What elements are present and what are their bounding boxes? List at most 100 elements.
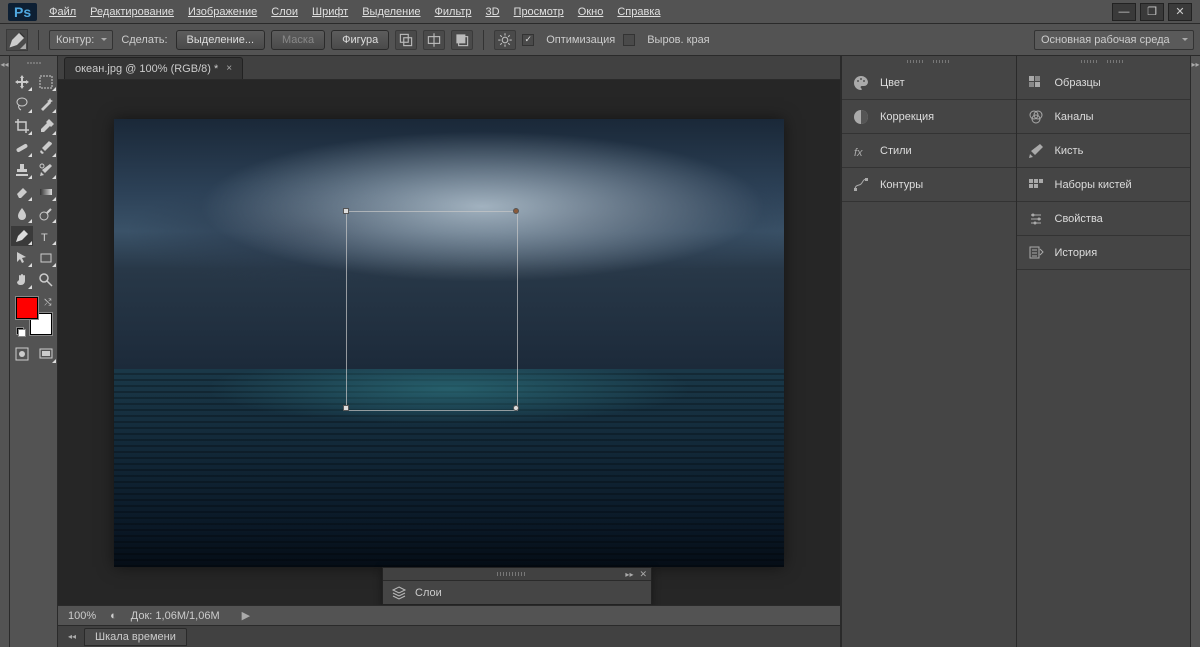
collapse-panel-icon[interactable]: ▸▸ <box>625 570 633 579</box>
panel-properties[interactable]: Свойства <box>1017 202 1191 236</box>
zoom-icon <box>38 272 54 288</box>
path-arrange-icon[interactable] <box>451 30 473 50</box>
marquee-tool[interactable] <box>35 72 57 92</box>
panel-label: История <box>1055 247 1098 259</box>
path-align-icon[interactable] <box>423 30 445 50</box>
quickmask-icon <box>14 346 30 362</box>
zoom-level[interactable]: 100% <box>68 610 96 622</box>
panel-styles[interactable]: fx Стили <box>842 134 1016 168</box>
menu-type[interactable]: Шрифт <box>312 6 348 18</box>
heal-tool[interactable] <box>11 138 33 158</box>
dodge-tool[interactable] <box>35 204 57 224</box>
make-shape-button[interactable]: Фигура <box>331 30 389 50</box>
maximize-button[interactable]: ❐ <box>1140 3 1164 21</box>
optimize-label: Оптимизация <box>546 34 615 46</box>
close-tab-icon[interactable]: × <box>226 63 232 74</box>
make-selection-button[interactable]: Выделение... <box>176 30 265 50</box>
anchor-bottom-right[interactable] <box>513 405 519 411</box>
status-preview-icon[interactable]: ◐ <box>110 610 117 622</box>
eraser-tool[interactable] <box>11 182 33 202</box>
stamp-tool[interactable] <box>11 160 33 180</box>
svg-text:fx: fx <box>854 147 863 159</box>
floating-panel-header[interactable]: ▸▸ ✕ <box>383 568 651 580</box>
align-edges-checkbox[interactable] <box>623 34 635 46</box>
canvas[interactable] <box>114 119 784 567</box>
close-panel-icon[interactable]: ✕ <box>639 569 647 580</box>
zoom-tool[interactable] <box>35 270 57 290</box>
panel-color[interactable]: Цвет <box>842 66 1016 100</box>
panel-grip[interactable] <box>497 572 527 576</box>
panel-label: Кисть <box>1055 145 1084 157</box>
optimize-checkbox[interactable] <box>522 34 534 46</box>
wand-tool[interactable] <box>35 94 57 114</box>
history-icon <box>1027 244 1045 262</box>
menu-select[interactable]: Выделение <box>362 6 420 18</box>
menu-filter[interactable]: Фильтр <box>435 6 472 18</box>
history-brush-tool[interactable] <box>35 160 57 180</box>
shape-tool[interactable] <box>35 248 57 268</box>
pen-tool[interactable] <box>11 226 33 246</box>
foreground-color[interactable] <box>16 297 38 319</box>
workspace-selector[interactable]: Основная рабочая среда <box>1034 30 1194 50</box>
screenmode-tool[interactable] <box>35 344 57 364</box>
menu-file[interactable]: Файл <box>49 6 76 18</box>
panel-brushsets[interactable]: Наборы кистей <box>1017 168 1191 202</box>
expand-toolbox-arrow[interactable]: ◂◂ <box>0 56 10 647</box>
crop-tool[interactable] <box>11 116 33 136</box>
layers-panel-title: Слои <box>415 587 442 599</box>
active-tool-indicator[interactable] <box>6 29 28 51</box>
anchor-bottom-left[interactable] <box>343 405 349 411</box>
swap-colors-icon[interactable]: ⤭ <box>44 297 51 308</box>
menu-layers[interactable]: Слои <box>271 6 298 18</box>
menu-edit[interactable]: Редактирование <box>90 6 174 18</box>
eyedropper-tool[interactable] <box>35 116 57 136</box>
anchor-top-left[interactable] <box>343 208 349 214</box>
path-shape[interactable] <box>346 211 518 411</box>
menu-image[interactable]: Изображение <box>188 6 257 18</box>
timeline-tab[interactable]: Шкала времени <box>84 628 187 646</box>
menu-3d[interactable]: 3D <box>485 6 499 18</box>
panel-adjustments[interactable]: Коррекция <box>842 100 1016 134</box>
gradient-tool[interactable] <box>35 182 57 202</box>
quickmask-tool[interactable] <box>11 344 33 364</box>
text-tool[interactable]: T <box>35 226 57 246</box>
floating-panel-body: Слои <box>383 580 651 604</box>
menu-view[interactable]: Просмотр <box>514 6 564 18</box>
tool-mode-label: Контур: <box>56 34 94 46</box>
path-op-1-icon[interactable] <box>395 30 417 50</box>
document-tabbar: океан.jpg @ 100% (RGB/8) * × <box>58 56 840 80</box>
panel-history[interactable]: История <box>1017 236 1191 270</box>
menu-window[interactable]: Окно <box>578 6 604 18</box>
menu-help[interactable]: Справка <box>617 6 660 18</box>
timeline-collapse-icon[interactable]: ◂◂ <box>68 632 76 641</box>
timeline-bar: ◂◂ Шкала времени <box>58 625 840 647</box>
tool-mode-dropdown[interactable]: Контур: <box>49 30 113 50</box>
minimize-button[interactable]: — <box>1112 3 1136 21</box>
document-tab[interactable]: океан.jpg @ 100% (RGB/8) * × <box>64 57 243 79</box>
blur-tool[interactable] <box>11 204 33 224</box>
panel-label: Наборы кистей <box>1055 179 1132 191</box>
toolbox-grip[interactable] <box>19 62 49 67</box>
make-mask-button[interactable]: Маска <box>271 30 325 50</box>
gear-icon-button[interactable] <box>494 30 516 50</box>
close-button[interactable]: ✕ <box>1168 3 1192 21</box>
brushsets-icon <box>1027 176 1045 194</box>
move-tool[interactable] <box>11 72 33 92</box>
default-colors-icon[interactable] <box>16 327 26 337</box>
lasso-tool[interactable] <box>11 94 33 114</box>
panel-paths[interactable]: Контуры <box>842 168 1016 202</box>
canvas-viewport[interactable]: ▸▸ ✕ Слои <box>58 80 840 605</box>
hand-tool[interactable] <box>11 270 33 290</box>
layers-floating-panel[interactable]: ▸▸ ✕ Слои <box>382 567 652 605</box>
collapse-panels-arrow[interactable]: ▸▸ <box>1190 56 1200 647</box>
status-more-icon[interactable]: ▶ <box>242 609 250 622</box>
color-swatches[interactable]: ⤭ <box>14 297 54 337</box>
doc-size[interactable]: Док: 1,06M/1,06M <box>131 610 220 622</box>
anchor-top-right[interactable] <box>513 208 519 214</box>
panel-brush[interactable]: Кисть <box>1017 134 1191 168</box>
panel-channels[interactable]: Каналы <box>1017 100 1191 134</box>
panel-swatches[interactable]: Образцы <box>1017 66 1191 100</box>
status-bar: 100% ◐ Док: 1,06M/1,06M ▶ <box>58 605 840 625</box>
brush-tool[interactable] <box>35 138 57 158</box>
path-select-tool[interactable] <box>11 248 33 268</box>
